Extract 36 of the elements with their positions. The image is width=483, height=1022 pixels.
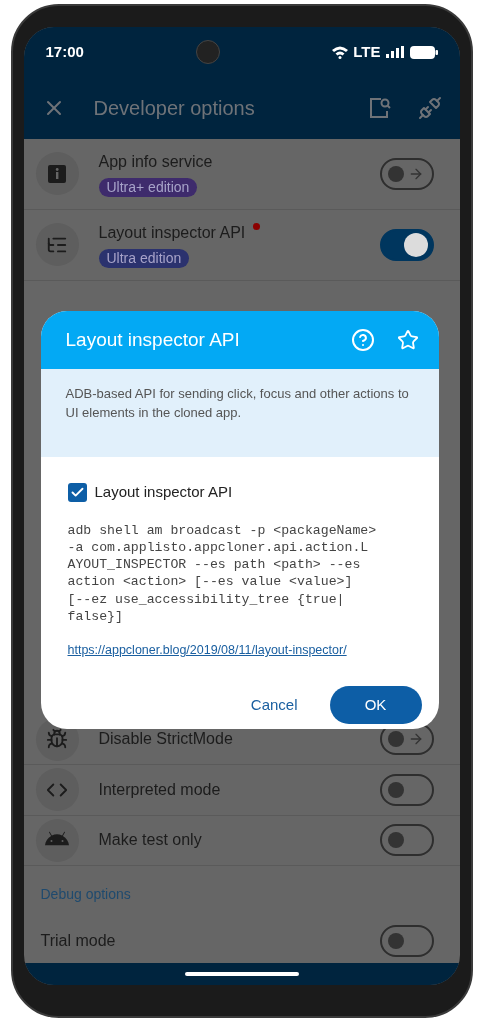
setting-title: Make test only xyxy=(98,830,202,851)
document-search-icon[interactable] xyxy=(367,96,392,120)
cancel-button[interactable]: Cancel xyxy=(238,686,310,725)
adb-command: adb shell am broadcast -p <packageName> -a com.applisto.appcloner.api.action.L AYOUT_INSPECTOR --es path <path> --es action <action> [--es value <value>] [--ez use_accessibility_tree {true| false}] xyxy=(67,521,378,626)
dialog-description: ADB-based API for sending click, focus and other actions to UI elements in the cloned app. xyxy=(65,385,410,422)
status-time: 17:00 xyxy=(45,41,84,62)
ok-button[interactable]: OK xyxy=(329,686,422,725)
plug-icon[interactable] xyxy=(417,96,442,120)
toolbar-title: Developer options xyxy=(93,96,256,121)
help-icon[interactable] xyxy=(350,328,375,352)
setting-title: Trial mode xyxy=(40,931,116,951)
home-indicator[interactable] xyxy=(184,972,299,976)
star-icon[interactable] xyxy=(396,329,419,351)
camera-hole xyxy=(195,40,220,64)
network-label: LTE xyxy=(353,41,381,62)
action-switch[interactable] xyxy=(379,157,434,190)
checkbox[interactable] xyxy=(67,482,87,502)
toggle-switch[interactable] xyxy=(379,925,434,957)
dialog-title: Layout inspector API xyxy=(65,327,241,352)
setting-title: Disable StrictMode xyxy=(98,729,233,750)
setting-title: App info service xyxy=(98,152,213,173)
setting-title: Layout inspector API xyxy=(98,223,246,244)
blog-link[interactable]: https://appcloner.blog/2019/08/11/layout-inspector/ xyxy=(67,641,412,661)
toggle-switch[interactable] xyxy=(379,824,434,857)
bug-icon xyxy=(46,728,68,751)
wifi-icon xyxy=(331,45,350,59)
info-icon xyxy=(47,163,67,184)
setting-title: Interpreted mode xyxy=(98,779,221,800)
section-header: Debug options xyxy=(39,885,132,904)
edition-badge: Ultra+ edition xyxy=(98,178,198,198)
battery-icon xyxy=(409,45,438,59)
toggle-switch[interactable] xyxy=(379,773,434,806)
toggle-switch[interactable] xyxy=(379,228,434,261)
checkbox-label: Layout inspector API xyxy=(94,482,233,502)
edition-badge: Ultra edition xyxy=(98,249,190,269)
signal-icon xyxy=(385,46,404,58)
